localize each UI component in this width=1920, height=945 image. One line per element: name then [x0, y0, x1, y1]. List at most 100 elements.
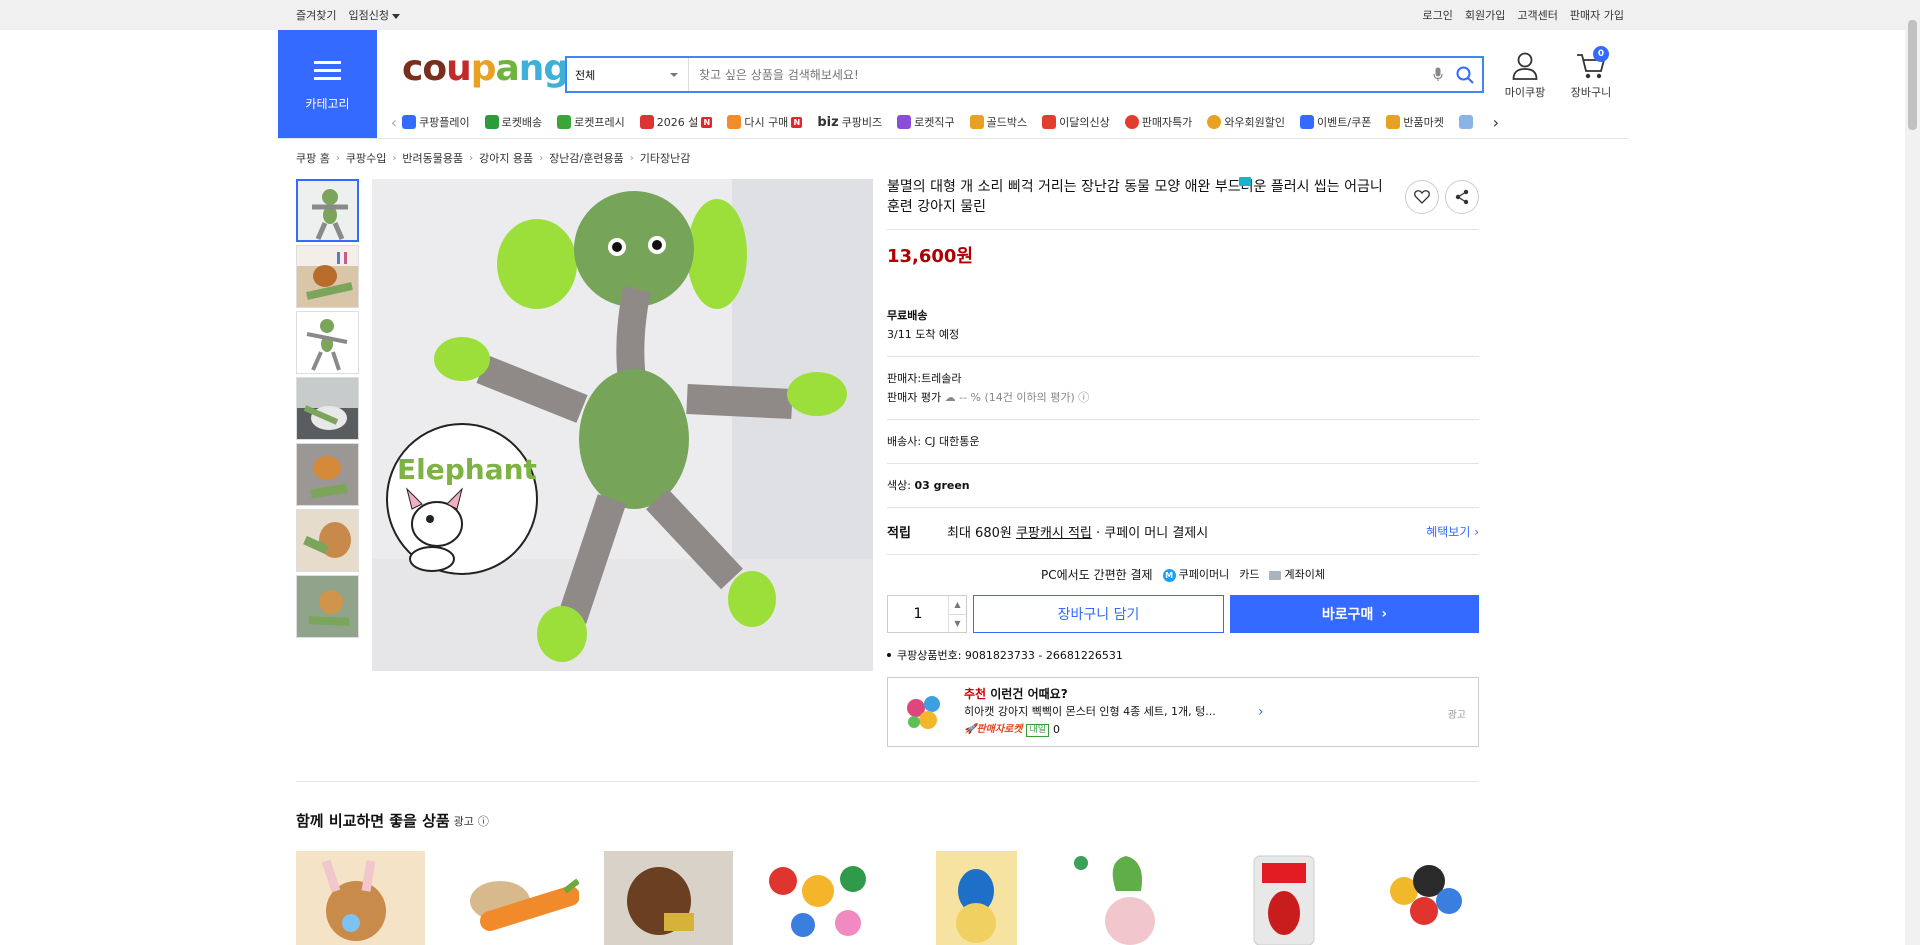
courier: 배송사: CJ 대한통운 — [887, 432, 1479, 451]
share-button[interactable] — [1445, 180, 1479, 214]
info-icon[interactable]: ⓘ — [478, 813, 489, 829]
nav-item-new-arrivals[interactable]: 이달의신상 — [1042, 114, 1110, 130]
color-option: 색상: 03 green — [887, 476, 1479, 495]
nav-item-rocket-direct[interactable]: 로켓직구 — [897, 114, 955, 130]
search-button[interactable] — [1448, 58, 1482, 91]
breadcrumb-item[interactable]: 쿠팡 홈 — [296, 150, 330, 166]
purchase-row: ▲▼ 장바구니 담기 바로구매 › — [887, 595, 1479, 633]
nav-item-more[interactable] — [1458, 115, 1473, 129]
breadcrumb-item[interactable]: 장난감/훈련용품 — [549, 150, 624, 166]
thumbnail[interactable] — [296, 575, 359, 638]
benefits-link[interactable]: 혜택보기 › — [1426, 523, 1479, 540]
coupang-logo[interactable]: coupang — [402, 48, 569, 90]
nav-item-coupang-play[interactable]: 쿠팡플레이 — [402, 114, 470, 130]
nav-next-icon[interactable]: › — [1488, 113, 1504, 132]
recommendation-card[interactable]: 추천 이런건 어때요? 히아캣 강아지 삑삑이 몬스터 인형 4종 세트, 1개… — [887, 677, 1479, 747]
share-icon — [1455, 189, 1469, 205]
wishlist-button[interactable] — [1405, 180, 1439, 214]
customer-center-link[interactable]: 고객센터 — [1517, 7, 1557, 23]
compare-section-title: 함께 비교하면 좋을 상품 광고 ⓘ — [296, 810, 489, 831]
nav-item-goldbox[interactable]: 골드박스 — [969, 114, 1028, 130]
thumbnail[interactable] — [296, 443, 359, 506]
info-icon[interactable]: ⓘ — [1078, 391, 1089, 404]
login-link[interactable]: 로그인 — [1423, 7, 1453, 23]
compare-title-text: 함께 비교하면 좋을 상품 — [296, 812, 450, 830]
search-icon — [1456, 66, 1474, 84]
biz-logo-icon: biz — [817, 114, 839, 130]
product-card[interactable] — [296, 851, 425, 945]
nav-item-biz[interactable]: biz 쿠팡비즈 — [817, 114, 882, 130]
scrollbar-thumb[interactable] — [1908, 20, 1917, 130]
seller-signup-link[interactable]: 판매자 가입 — [1570, 7, 1624, 23]
nav-label: 골드박스 — [986, 116, 1028, 129]
seller-apply-link[interactable]: 입점신청 — [348, 7, 400, 23]
mypage-button[interactable]: 마이쿠팡 — [1500, 52, 1550, 100]
payment-heading: PC에서도 간편한 결제 — [1041, 568, 1153, 582]
product-main-image[interactable]: Elephant — [372, 179, 873, 671]
nav-item-seller-deals[interactable]: 판매자특가 — [1124, 114, 1193, 130]
decrease-icon[interactable]: ▼ — [949, 615, 966, 633]
nav-item-wow-discount[interactable]: 와우회원할인 — [1207, 114, 1285, 130]
nav-item-rocket-fresh[interactable]: 로켓프레시 — [557, 114, 625, 130]
seller-name[interactable]: 판매자:트레솔라 — [887, 369, 1479, 388]
breadcrumb-separator-icon: › — [629, 152, 634, 164]
nav-item-rocket-delivery[interactable]: 로켓배송 — [484, 114, 542, 130]
product-id-text: 쿠팡상품번호: 9081823733 - 26681226531 — [897, 649, 1123, 662]
search-input[interactable] — [689, 58, 1428, 91]
category-button[interactable]: 카테고리 — [278, 30, 377, 138]
wow-icon — [1207, 115, 1222, 129]
thumbnail[interactable] — [296, 377, 359, 440]
reco-product-name: 히아캣 강아지 삑삑이 몬스터 인형 4종 세트, 1개, 텅... — [964, 705, 1216, 718]
ad-label: 광고 — [1447, 710, 1466, 721]
caret-down-icon — [391, 13, 400, 19]
bookmark-link[interactable]: 즐겨찾기 — [296, 7, 336, 23]
market-icon — [1386, 115, 1401, 129]
nav-item-return-market[interactable]: 반품마켓 — [1386, 114, 1444, 130]
nav-item-rebuy[interactable]: 다시 구매 N — [727, 114, 803, 130]
product-card[interactable] — [1066, 851, 1195, 945]
nav-prev-icon[interactable]: ‹ — [386, 113, 402, 132]
add-to-cart-button[interactable]: 장바구니 담기 — [973, 595, 1224, 633]
thumbnail[interactable] — [296, 245, 359, 308]
chevron-right-icon: › — [1381, 606, 1388, 622]
page-scrollbar[interactable] — [1905, 0, 1920, 945]
product-card[interactable] — [1220, 851, 1349, 945]
seller-apply-label: 입점신청 — [348, 9, 389, 22]
buy-now-button[interactable]: 바로구매 › — [1230, 595, 1479, 633]
nav-item-seollal[interactable]: 2026 설N — [639, 114, 713, 130]
nav-item-events[interactable]: 이벤트/쿠폰 — [1300, 114, 1371, 130]
product-card[interactable] — [1374, 851, 1479, 945]
quantity-stepper: ▲▼ — [887, 595, 967, 633]
quantity-input[interactable] — [888, 596, 948, 632]
thumbnail[interactable] — [296, 311, 359, 374]
breadcrumb-item[interactable]: 쿠팡수입 — [346, 150, 386, 166]
buy-now-label: 바로구매 — [1321, 607, 1374, 623]
cart-button[interactable]: 0 장바구니 — [1566, 46, 1616, 100]
thumbnail-list — [296, 179, 359, 641]
mic-icon[interactable] — [1428, 65, 1448, 85]
thumbnail[interactable] — [296, 509, 359, 572]
seller-rocket-label: 판매자로켓 — [976, 724, 1023, 735]
signup-link[interactable]: 회원가입 — [1465, 7, 1505, 23]
search-scope-select[interactable]: 전체 — [567, 58, 689, 91]
increase-icon[interactable]: ▲ — [949, 596, 966, 615]
product-card[interactable] — [758, 851, 887, 945]
chevron-right-icon[interactable]: › — [1258, 704, 1264, 720]
nav-label: 와우회원할인 — [1224, 116, 1286, 129]
breadcrumb-item[interactable]: 반려동물용품 — [402, 150, 463, 166]
chevron-down-icon — [670, 72, 678, 77]
product-card[interactable] — [912, 851, 1041, 945]
product-card[interactable] — [450, 851, 579, 945]
product-card[interactable] — [604, 851, 733, 945]
thumbnail[interactable] — [296, 179, 359, 242]
gift-icon — [639, 115, 654, 129]
goldbox-icon — [969, 115, 984, 129]
coupang-cash-link[interactable]: 쿠팡캐시 적립 — [1016, 522, 1092, 541]
breadcrumb-item[interactable]: 기타장난감 — [640, 150, 691, 166]
benefits-label: 혜택보기 — [1426, 524, 1471, 539]
cash-earn-row: 적립 최대 680원 쿠팡캐시 적립 · 쿠페이 머니 결제시 혜택보기 › — [887, 508, 1479, 554]
breadcrumb: 쿠팡 홈 › 쿠팡수입 › 반려동물용품 › 강아지 용품 › 장난감/훈련용품 › 기타… — [296, 150, 690, 166]
earn-amount: 최대 680원 — [947, 525, 1012, 541]
nav-label: 판매자특가 — [1141, 116, 1193, 129]
breadcrumb-item[interactable]: 강아지 용품 — [479, 150, 533, 166]
